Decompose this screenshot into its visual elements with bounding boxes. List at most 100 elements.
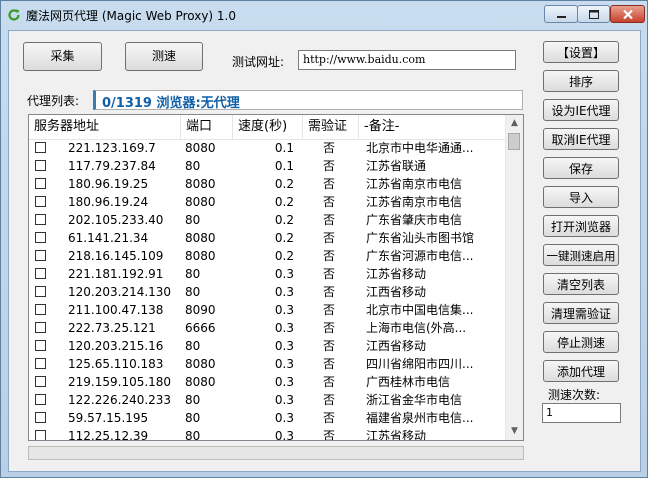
test-url-label: 测试网址: [232,55,285,69]
table-row[interactable]: 59.57.15.195 80 0.3 否 福建省泉州市电信... [29,409,507,427]
app-window: 魔法网页代理 (Magic Web Proxy) 1.0 采集 测速 测试网址:… [0,0,648,478]
row-checkbox[interactable] [35,286,46,297]
table-row[interactable]: 61.141.21.34 8080 0.2 否 广东省汕头市图书馆 [29,229,507,247]
cell-ip: 125.65.110.183 [68,357,164,371]
test-url-input[interactable]: http://www.baidu.com [298,50,516,70]
refresh-arrow-icon [8,9,20,21]
progress-bar [28,446,524,460]
column-header-verify[interactable]: 需验证 [303,115,359,139]
column-header-note[interactable]: -备注- [359,115,507,139]
vertical-scrollbar[interactable]: ▲ ▼ [505,115,523,440]
maximize-button[interactable] [577,5,610,23]
table-row[interactable]: 112.25.12.39 80 0.3 否 江苏省移动 [29,427,507,441]
stop-test-button[interactable]: 停止测速 [543,331,619,353]
cell-verify: 否 [322,375,335,389]
import-button[interactable]: 导入 [543,186,619,208]
cell-verify: 否 [322,339,335,353]
cell-speed: 0.3 [274,375,294,389]
cell-verify: 否 [322,357,335,371]
minimize-button[interactable] [544,5,578,23]
row-checkbox[interactable] [35,160,46,171]
table-row[interactable]: 125.65.110.183 8080 0.3 否 四川省绵阳市四川... [29,355,507,373]
table-row[interactable]: 120.203.214.130 80 0.3 否 江西省移动 [29,283,507,301]
row-checkbox[interactable] [35,304,46,315]
column-header-speed[interactable]: 速度(秒) [233,115,303,139]
collect-button[interactable]: 采集 [23,42,102,71]
row-checkbox[interactable] [35,214,46,225]
scrollbar-thumb[interactable] [508,133,520,150]
row-checkbox[interactable] [35,412,46,423]
row-checkbox[interactable] [35,322,46,333]
cell-verify: 否 [322,195,335,209]
cell-verify: 否 [322,177,335,191]
sort-button[interactable]: 排序 [543,70,619,92]
clean-verify-button[interactable]: 清理需验证 [543,302,619,324]
scroll-up-arrow-icon[interactable]: ▲ [506,115,523,132]
row-checkbox[interactable] [35,178,46,189]
table-row[interactable]: 218.16.145.109 8080 0.2 否 广东省河源市电信... [29,247,507,265]
cell-verify: 否 [322,141,335,155]
row-checkbox[interactable] [35,376,46,387]
table-row[interactable]: 180.96.19.25 8080 0.2 否 江苏省南京市电信 [29,175,507,193]
cell-port: 80 [185,285,201,299]
table-row[interactable]: 222.73.25.121 6666 0.3 否 上海市电信(外高... [29,319,507,337]
cell-ip: 222.73.25.121 [68,321,156,335]
title-bar[interactable]: 魔法网页代理 (Magic Web Proxy) 1.0 [1,1,647,29]
add-proxy-button[interactable]: 添加代理 [543,360,619,382]
clear-list-button[interactable]: 清空列表 [543,273,619,295]
row-checkbox[interactable] [35,250,46,261]
cell-note: 福建省泉州市电信... [366,411,474,425]
cancel-ie-proxy-button[interactable]: 取消IE代理 [543,128,619,150]
set-ie-proxy-button[interactable]: 设为IE代理 [543,99,619,121]
table-row[interactable]: 211.100.47.138 8090 0.3 否 北京市中国电信集... [29,301,507,319]
table-row[interactable]: 117.79.237.84 80 0.1 否 江苏省联通 [29,157,507,175]
speed-count-input[interactable]: 1 [542,403,621,423]
maximize-icon [589,10,599,19]
cell-verify: 否 [322,303,335,317]
cell-port: 80 [185,393,201,407]
table-header: 服务器地址 端口 速度(秒) 需验证 -备注- [29,115,507,140]
cell-verify: 否 [322,249,335,263]
cell-ip: 221.181.192.91 [68,267,164,281]
cell-speed: 0.3 [274,285,294,299]
row-checkbox[interactable] [35,196,46,207]
column-header-port[interactable]: 端口 [181,115,233,139]
row-checkbox[interactable] [35,142,46,153]
row-checkbox[interactable] [35,430,46,440]
cell-speed: 0.1 [274,141,294,155]
scroll-down-arrow-icon[interactable]: ▼ [506,423,523,440]
cell-ip: 120.203.215.16 [68,339,164,353]
column-header-server[interactable]: 服务器地址 [29,115,181,139]
table-row[interactable]: 202.105.233.40 80 0.2 否 广东省肇庆市电信 [29,211,507,229]
row-checkbox[interactable] [35,340,46,351]
save-button[interactable]: 保存 [543,157,619,179]
proxy-table[interactable]: 服务器地址 端口 速度(秒) 需验证 -备注- 221.123.169.7 808… [28,114,524,441]
table-row[interactable]: 221.181.192.91 80 0.3 否 江苏省移动 [29,265,507,283]
table-row[interactable]: 122.226.240.233 80 0.3 否 浙江省金华市电信 [29,391,507,409]
cell-port: 8080 [185,249,216,263]
cell-port: 80 [185,429,201,441]
table-row[interactable]: 180.96.19.24 8080 0.2 否 江苏省南京市电信 [29,193,507,211]
open-browser-button[interactable]: 打开浏览器 [543,215,619,237]
window-title: 魔法网页代理 (Magic Web Proxy) 1.0 [26,9,236,23]
settings-button[interactable]: 【设置】 [543,41,619,63]
cell-ip: 117.79.237.84 [68,159,156,173]
cell-ip: 59.57.15.195 [68,411,149,425]
row-checkbox[interactable] [35,268,46,279]
row-checkbox[interactable] [35,358,46,369]
table-row[interactable]: 120.203.215.16 80 0.3 否 江西省移动 [29,337,507,355]
cell-verify: 否 [322,159,335,173]
close-button[interactable] [610,5,645,23]
cell-port: 8080 [185,375,216,389]
cell-port: 80 [185,213,201,227]
test-speed-button[interactable]: 测速 [125,42,203,71]
row-checkbox[interactable] [35,232,46,243]
row-checkbox[interactable] [35,394,46,405]
table-body: 221.123.169.7 8080 0.1 否北京市中电华通通... 117.79.… [29,139,507,441]
table-row[interactable]: 221.123.169.7 8080 0.1 否 北京市中电华通通... [29,139,507,157]
cell-verify: 否 [322,411,335,425]
cell-note: 江苏省联通 [366,159,427,173]
table-row[interactable]: 219.159.105.180 8080 0.3 否 广西桂林市电信 [29,373,507,391]
cell-ip: 120.203.214.130 [68,285,172,299]
one-click-test-enable-button[interactable]: 一键测速启用 [543,244,619,266]
